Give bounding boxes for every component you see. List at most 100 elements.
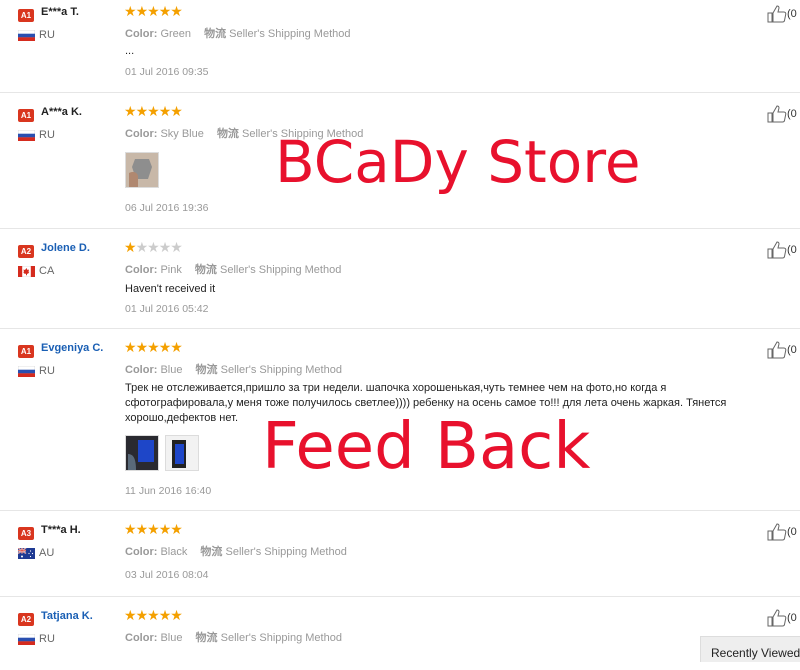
review-photo-thumbnail[interactable]	[125, 435, 159, 471]
thumbs-up-icon	[767, 105, 787, 123]
star-filled-icon: ★	[147, 521, 160, 537]
helpful-button[interactable]: (0	[767, 523, 797, 541]
star-filled-icon: ★	[124, 3, 137, 19]
reviewer-country: RU	[18, 365, 55, 377]
star-filled-icon: ★	[170, 607, 183, 623]
buyer-level-badge: A2	[18, 245, 34, 258]
star-filled-icon: ★	[135, 607, 149, 623]
buyer-level-badge: A1	[18, 345, 34, 358]
reviewer-name: A***a K.	[41, 106, 82, 118]
review-photo-thumbnail[interactable]	[125, 152, 159, 188]
reviewer-name[interactable]: Tatjana K.	[41, 610, 93, 622]
review-date: 01 Jul 2016 09:35	[125, 66, 209, 78]
color-value: Green	[160, 28, 192, 40]
rating-stars: ★★★★★	[124, 3, 183, 19]
ru-flag-icon	[18, 129, 35, 141]
star-filled-icon: ★	[124, 521, 137, 537]
thumbs-up-icon	[767, 523, 787, 541]
buyer-level-badge: A3	[18, 527, 34, 540]
color-value: Black	[160, 546, 188, 558]
review-date: 01 Jul 2016 05:42	[125, 303, 209, 315]
ru-flag-icon	[18, 29, 35, 41]
logistics-label: 物流	[195, 632, 218, 644]
helpful-count: (0	[787, 612, 797, 624]
au-flag-icon	[18, 547, 35, 559]
review-text: Haven't received it	[125, 283, 216, 295]
review-date: 11 Jun 2016 16:40	[125, 485, 212, 497]
color-label: Color:	[125, 546, 158, 558]
reviewer-name: E***a T.	[41, 6, 79, 18]
color-value: Pink	[160, 264, 182, 276]
reviewer-name: T***a H.	[41, 524, 81, 536]
color-value: Blue	[160, 632, 183, 644]
shipping-method: Seller's Shipping Method	[225, 546, 347, 558]
star-filled-icon: ★	[135, 339, 149, 355]
color-label: Color:	[125, 128, 158, 140]
star-filled-icon: ★	[158, 103, 172, 119]
reviewer-country: CA	[18, 265, 54, 277]
review-photos	[125, 435, 202, 471]
star-filled-icon: ★	[135, 103, 149, 119]
ru-flag-icon	[18, 365, 35, 377]
star-filled-icon: ★	[158, 521, 172, 537]
star-filled-icon: ★	[170, 3, 183, 19]
country-code: RU	[39, 29, 55, 42]
order-attributes: Color: Blue 物流 Seller's Shipping Method	[125, 361, 352, 377]
rating-stars: ★★★★★	[124, 521, 183, 537]
star-filled-icon: ★	[147, 3, 160, 19]
reviewer-country: RU	[18, 633, 55, 645]
star-filled-icon: ★	[124, 607, 137, 623]
logistics-label: 物流	[216, 128, 239, 140]
helpful-button[interactable]: (0	[767, 609, 797, 627]
country-code: RU	[39, 633, 55, 646]
color-label: Color:	[125, 364, 158, 376]
country-code: RU	[39, 365, 55, 378]
order-attributes: Color: Black 物流 Seller's Shipping Method	[125, 543, 357, 559]
reviewer-country: RU	[18, 29, 55, 41]
order-attributes: Color: Green 物流 Seller's Shipping Method	[125, 25, 361, 41]
thumbs-up-icon	[767, 341, 787, 359]
helpful-count: (0	[787, 8, 797, 20]
rating-stars: ★★★★★	[124, 339, 183, 355]
shipping-method: Seller's Shipping Method	[220, 364, 342, 376]
logistics-label: 物流	[200, 546, 223, 558]
review-photo-thumbnail[interactable]	[165, 435, 200, 471]
thumbs-up-icon	[767, 609, 787, 627]
store-watermark: BCaDy Store	[275, 128, 641, 196]
helpful-button[interactable]: (0	[767, 341, 797, 359]
star-filled-icon: ★	[147, 607, 160, 623]
star-filled-icon: ★	[158, 3, 172, 19]
logistics-label: 物流	[194, 264, 217, 276]
recently-viewed-tab[interactable]: Recently Viewed	[700, 636, 800, 662]
reviewer-name[interactable]: Evgeniya C.	[41, 342, 103, 354]
rating-stars: ★★★★★	[124, 103, 183, 119]
shipping-method: Seller's Shipping Method	[220, 632, 342, 644]
star-filled-icon: ★	[124, 339, 137, 355]
reviewer-name[interactable]: Jolene D.	[41, 242, 90, 254]
buyer-level-badge: A1	[18, 109, 34, 122]
review-item: A1 E***a T. RU ★★★★★ Color: Green 物流 Sel…	[0, 0, 800, 93]
order-attributes: Color: Pink 物流 Seller's Shipping Method	[125, 261, 351, 277]
star-empty-icon: ★	[170, 239, 183, 255]
star-filled-icon: ★	[170, 339, 183, 355]
star-empty-icon: ★	[158, 239, 172, 255]
helpful-button[interactable]: (0	[767, 241, 797, 259]
helpful-button[interactable]: (0	[767, 5, 797, 23]
country-code: RU	[39, 129, 55, 142]
review-photos	[125, 152, 162, 188]
helpful-count: (0	[787, 344, 797, 356]
review-item: A2 Jolene D. CA ★★★★★ Color: Pink 物流 Sel…	[0, 236, 800, 329]
ru-flag-icon	[18, 633, 35, 645]
helpful-count: (0	[787, 526, 797, 538]
star-filled-icon: ★	[170, 103, 183, 119]
rating-stars: ★★★★★	[124, 239, 183, 255]
review-item: A3 T***a H. AU ★★★★★ Color: Black 物流 Sel…	[0, 518, 800, 597]
star-filled-icon: ★	[158, 339, 172, 355]
review-date: 06 Jul 2016 19:36	[125, 202, 209, 214]
star-filled-icon: ★	[147, 103, 160, 119]
color-value: Blue	[160, 364, 183, 376]
color-value: Sky Blue	[160, 128, 204, 140]
helpful-button[interactable]: (0	[767, 105, 797, 123]
star-filled-icon: ★	[170, 521, 183, 537]
star-filled-icon: ★	[135, 3, 149, 19]
